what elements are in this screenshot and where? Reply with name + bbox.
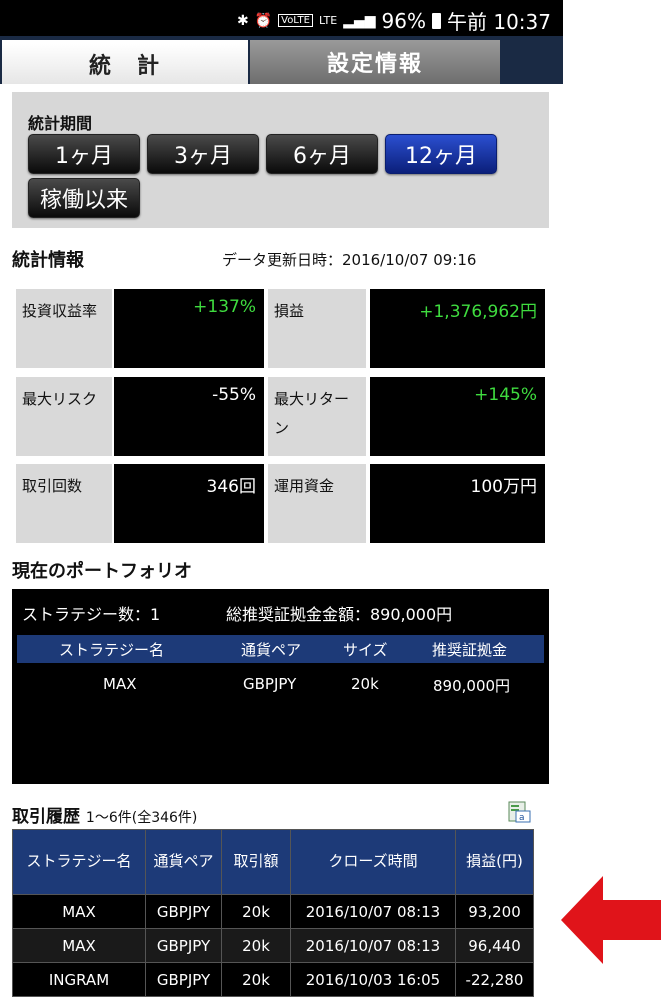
stat-value-return-rate: +137% xyxy=(114,289,264,368)
stat-value-trade-count: 346回 xyxy=(114,464,264,543)
table-row[interactable]: INGRAM GBPJPY 20k 2016/10/03 16:05 -22,2… xyxy=(12,962,534,997)
stats-title: 統計情報 xyxy=(12,250,84,271)
cell-close-time: 2016/10/07 08:13 xyxy=(290,894,456,929)
cell-profit: 96,440 xyxy=(455,928,534,963)
col-size: サイズ xyxy=(343,641,388,659)
period-6m-button[interactable]: 6ヶ月 xyxy=(266,134,378,174)
stat-value-max-risk: -55% xyxy=(114,377,264,456)
cell-close-time: 2016/10/03 16:05 xyxy=(290,962,456,997)
stat-value-profit: +1,376,962円 xyxy=(370,289,545,368)
stat-label-profit: 損益 xyxy=(268,289,366,368)
history-header-row: ストラテジー名 通貨ペア 取引額 クローズ時間 損益(円) xyxy=(12,829,534,895)
cell-amount: 20k xyxy=(221,962,291,997)
period-3m-button[interactable]: 3ヶ月 xyxy=(147,134,259,174)
cell-amount: 20k xyxy=(221,894,291,929)
stat-label-max-return: 最大リターン xyxy=(268,377,366,456)
col-close-time[interactable]: クローズ時間 xyxy=(290,829,456,895)
bluetooth-icon: ✱ xyxy=(236,12,249,29)
period-since-start-button[interactable]: 稼働以来 xyxy=(28,178,140,218)
battery-percent: 96% xyxy=(381,8,426,33)
period-panel: 統計期間 1ヶ月 3ヶ月 6ヶ月 12ヶ月 稼働以来 xyxy=(12,92,549,228)
status-bar: ✱ ⏰ VoLTE LTE ▂▄▆ 96% 午前 10:37 xyxy=(0,0,563,36)
cell-profit: -22,280 xyxy=(455,962,534,997)
total-margin: 総推奨証拠金金額：890,000円 xyxy=(226,605,453,624)
history-table: ストラテジー名 通貨ペア 取引額 クローズ時間 損益(円) MAX GBPJPY… xyxy=(12,829,534,997)
tab-bar: 統 計 設定情報 xyxy=(0,36,563,84)
stat-value-capital: 100万円 xyxy=(370,464,545,543)
table-row[interactable]: MAX GBPJPY 20k 890,000円 xyxy=(17,671,544,699)
cell-strategy: MAX xyxy=(12,894,146,929)
battery-icon xyxy=(432,12,441,29)
strategy-count: ストラテジー数：1 xyxy=(22,605,161,624)
stat-label-trade-count: 取引回数 xyxy=(16,464,112,543)
history-range: 1～6件(全346件) xyxy=(85,810,198,826)
cell-amount: 20k xyxy=(221,928,291,963)
cell-profit: 93,200 xyxy=(455,894,534,929)
stat-value-max-return: +145% xyxy=(370,377,545,456)
portfolio-panel: ストラテジー数：1 総推奨証拠金金額：890,000円 ストラテジー名 通貨ペア… xyxy=(12,589,549,784)
cell-size: 20k xyxy=(351,675,379,693)
cell-margin: 890,000円 xyxy=(433,677,511,695)
cell-close-time: 2016/10/07 08:13 xyxy=(290,928,456,963)
clock: 午前 10:37 xyxy=(447,10,551,34)
col-profit[interactable]: 損益(円) xyxy=(455,829,534,895)
update-timestamp: データ更新日時：2016/10/07 09:16 xyxy=(222,251,477,269)
cell-pair: GBPJPY xyxy=(145,962,222,997)
table-row[interactable]: MAX GBPJPY 20k 2016/10/07 08:13 96,440 xyxy=(12,928,534,963)
portfolio-title: 現在のポートフォリオ xyxy=(12,561,192,582)
col-currency-pair[interactable]: 通貨ペア xyxy=(145,829,222,895)
cell-pair: GBPJPY xyxy=(145,894,222,929)
table-row[interactable]: MAX GBPJPY 20k 2016/10/07 08:13 93,200 xyxy=(12,894,534,929)
col-strategy-name[interactable]: ストラテジー名 xyxy=(12,829,146,895)
tab-settings[interactable]: 設定情報 xyxy=(250,40,500,84)
col-recommended-margin: 推奨証拠金 xyxy=(432,641,508,659)
stat-label-capital: 運用資金 xyxy=(268,464,366,543)
volte-icon: VoLTE xyxy=(278,14,313,27)
portfolio-table-header: ストラテジー名 通貨ペア サイズ 推奨証拠金 xyxy=(17,635,544,663)
stat-label-max-risk: 最大リスク xyxy=(16,377,112,456)
cell-strategy: MAX xyxy=(103,675,137,693)
col-strategy-name: ストラテジー名 xyxy=(59,641,165,659)
period-12m-button[interactable]: 12ヶ月 xyxy=(385,134,497,174)
svg-text:a: a xyxy=(519,813,525,823)
alarm-icon: ⏰ xyxy=(254,12,273,29)
excel-download-icon[interactable]: a xyxy=(508,799,532,823)
col-currency-pair: 通貨ペア xyxy=(241,641,302,659)
period-label: 統計期間 xyxy=(28,114,93,133)
annotation-arrow-icon xyxy=(561,876,661,964)
history-title: 取引履歴 1～6件(全346件) xyxy=(12,802,197,827)
tab-statistics[interactable]: 統 計 xyxy=(2,40,248,84)
cell-strategy: MAX xyxy=(12,928,146,963)
lte-icon: LTE xyxy=(318,14,338,27)
col-trade-amount[interactable]: 取引額 xyxy=(221,829,291,895)
stat-label-return-rate: 投資収益率 xyxy=(16,289,112,368)
cell-pair: GBPJPY xyxy=(243,675,297,693)
cell-strategy: INGRAM xyxy=(12,962,146,997)
period-1m-button[interactable]: 1ヶ月 xyxy=(28,134,140,174)
cell-pair: GBPJPY xyxy=(145,928,222,963)
signal-icon: ▂▄▆ xyxy=(343,12,376,29)
history-title-text: 取引履歴 xyxy=(12,807,80,827)
